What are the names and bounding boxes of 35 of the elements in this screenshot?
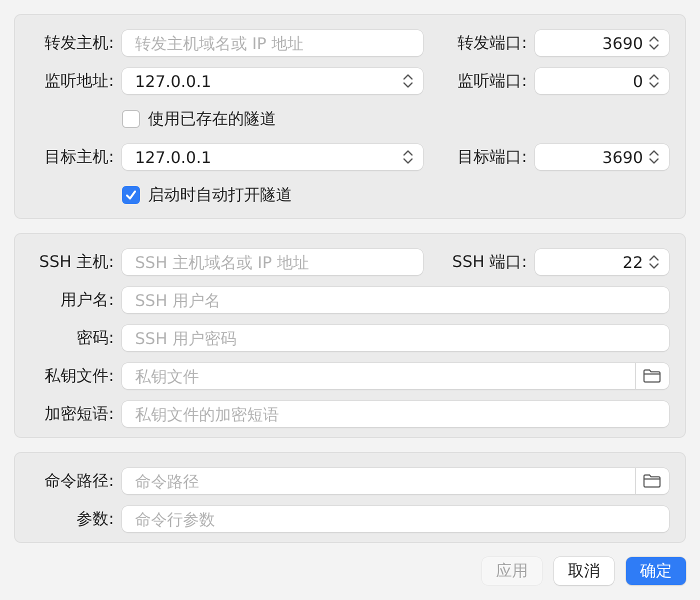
text-field[interactable]: SSH 用户密码 (122, 325, 669, 351)
checkmark-icon (125, 189, 137, 201)
port-label: SSH 端口: (451, 252, 527, 272)
dialog-button[interactable]: 确定 (626, 557, 686, 585)
checkbox[interactable] (122, 110, 140, 128)
field-label: 监听地址: (44, 70, 114, 92)
field-label: SSH 主机: (38, 252, 114, 272)
port-label: 监听端口: (456, 70, 527, 92)
checkbox-label: 使用已存在的隧道 (148, 108, 276, 130)
text-field[interactable]: 命令行参数 (122, 506, 669, 532)
field-label: 参数: (76, 508, 114, 530)
folder-icon[interactable] (643, 474, 661, 488)
up-down-chevron-icon[interactable] (649, 35, 659, 51)
field-label: 私钥文件: (44, 366, 114, 386)
checkbox-label: 启动时自动打开隧道 (148, 184, 292, 206)
text-field[interactable]: SSH 用户名 (122, 287, 669, 313)
field-label: 密码: (76, 328, 114, 348)
up-down-chevron-icon[interactable] (403, 73, 413, 89)
text-field[interactable]: SSH 主机域名或 IP 地址 (122, 249, 423, 275)
text-field[interactable]: 转发主机域名或 IP 地址 (122, 30, 423, 56)
up-down-chevron-icon[interactable] (649, 254, 659, 270)
checkbox[interactable] (122, 186, 140, 204)
field-label: 加密短语: (44, 404, 114, 424)
up-down-chevron-icon[interactable] (403, 149, 413, 165)
port-label: 目标端口: (456, 146, 527, 168)
field-label: 转发主机: (44, 32, 114, 54)
port-label: 转发端口: (456, 32, 527, 54)
folder-icon[interactable] (643, 369, 661, 383)
text-field[interactable]: 私钥文件的加密短语 (122, 401, 669, 427)
up-down-chevron-icon[interactable] (649, 73, 659, 89)
dialog-button[interactable]: 取消 (554, 557, 614, 585)
field-label: 用户名: (60, 290, 114, 310)
field-label: 命令路径: (44, 470, 114, 492)
field-label: 目标主机: (44, 146, 114, 168)
up-down-chevron-icon[interactable] (649, 149, 659, 165)
